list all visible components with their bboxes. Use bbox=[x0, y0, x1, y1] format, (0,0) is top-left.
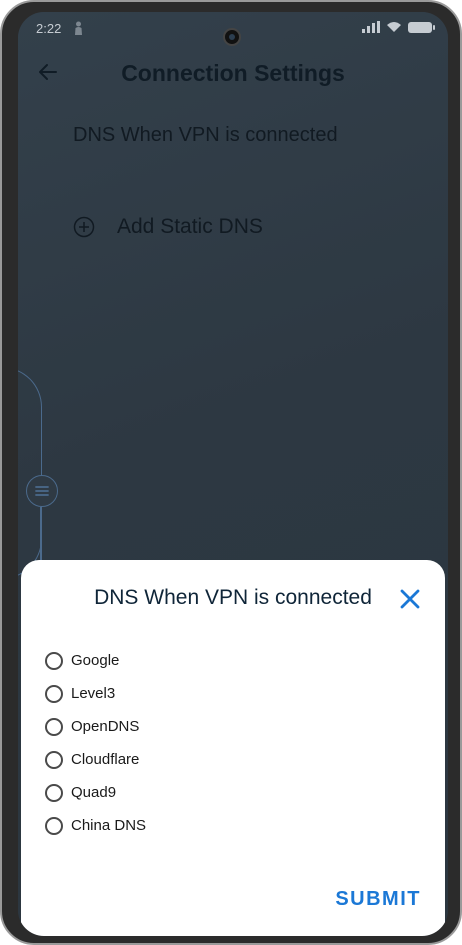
dns-section-label[interactable]: DNS When VPN is connected bbox=[73, 124, 338, 147]
dns-options-list: Google Level3 OpenDNS Cloudflare Quad9 C… bbox=[45, 644, 146, 842]
app-header: Connection Settings bbox=[18, 52, 448, 96]
option-label: Quad9 bbox=[71, 784, 117, 801]
radio-button[interactable] bbox=[45, 750, 63, 769]
dns-option-cloudflare[interactable]: Cloudflare bbox=[45, 743, 146, 776]
plus-circle-icon bbox=[73, 216, 95, 238]
person-icon bbox=[75, 21, 82, 35]
radio-button[interactable] bbox=[45, 684, 63, 703]
dns-bottom-sheet: DNS When VPN is connected Google Level3 … bbox=[21, 560, 445, 936]
dns-option-google[interactable]: Google bbox=[45, 644, 146, 677]
side-handle-curve bbox=[18, 367, 42, 579]
dns-option-opendns[interactable]: OpenDNS bbox=[45, 710, 146, 743]
menu-handle-icon[interactable] bbox=[26, 475, 58, 507]
add-static-dns-label: Add Static DNS bbox=[117, 215, 263, 238]
front-camera bbox=[223, 28, 241, 46]
phone-frame: 2:22 Connection Settings DNS When VPN is… bbox=[0, 0, 462, 945]
signal-icon bbox=[362, 21, 380, 33]
radio-button[interactable] bbox=[45, 717, 63, 736]
add-static-dns-button[interactable]: Add Static DNS bbox=[73, 212, 263, 242]
page-title: Connection Settings bbox=[121, 60, 345, 86]
option-label: Level3 bbox=[71, 685, 116, 702]
radio-button[interactable] bbox=[45, 816, 63, 835]
dns-option-level3[interactable]: Level3 bbox=[45, 677, 146, 710]
screen: 2:22 Connection Settings DNS When VPN is… bbox=[18, 12, 448, 936]
option-label: Google bbox=[71, 652, 120, 669]
sheet-title: DNS When VPN is connected bbox=[94, 586, 372, 609]
submit-button[interactable]: SUBMIT bbox=[335, 888, 421, 911]
wifi-icon bbox=[387, 22, 401, 32]
radio-button[interactable] bbox=[45, 651, 63, 670]
hamburger-icon bbox=[35, 486, 49, 496]
radio-button[interactable] bbox=[45, 783, 63, 802]
dns-option-quad9[interactable]: Quad9 bbox=[45, 776, 146, 809]
status-bar: 2:22 bbox=[18, 12, 448, 46]
dns-option-china-dns[interactable]: China DNS bbox=[45, 809, 146, 842]
option-label: OpenDNS bbox=[71, 718, 140, 735]
option-label: China DNS bbox=[71, 817, 147, 834]
close-icon[interactable] bbox=[397, 586, 423, 612]
option-label: Cloudflare bbox=[71, 751, 140, 768]
battery-icon bbox=[408, 21, 435, 33]
status-icons bbox=[362, 21, 435, 33]
status-time: 2:22 bbox=[36, 21, 62, 36]
